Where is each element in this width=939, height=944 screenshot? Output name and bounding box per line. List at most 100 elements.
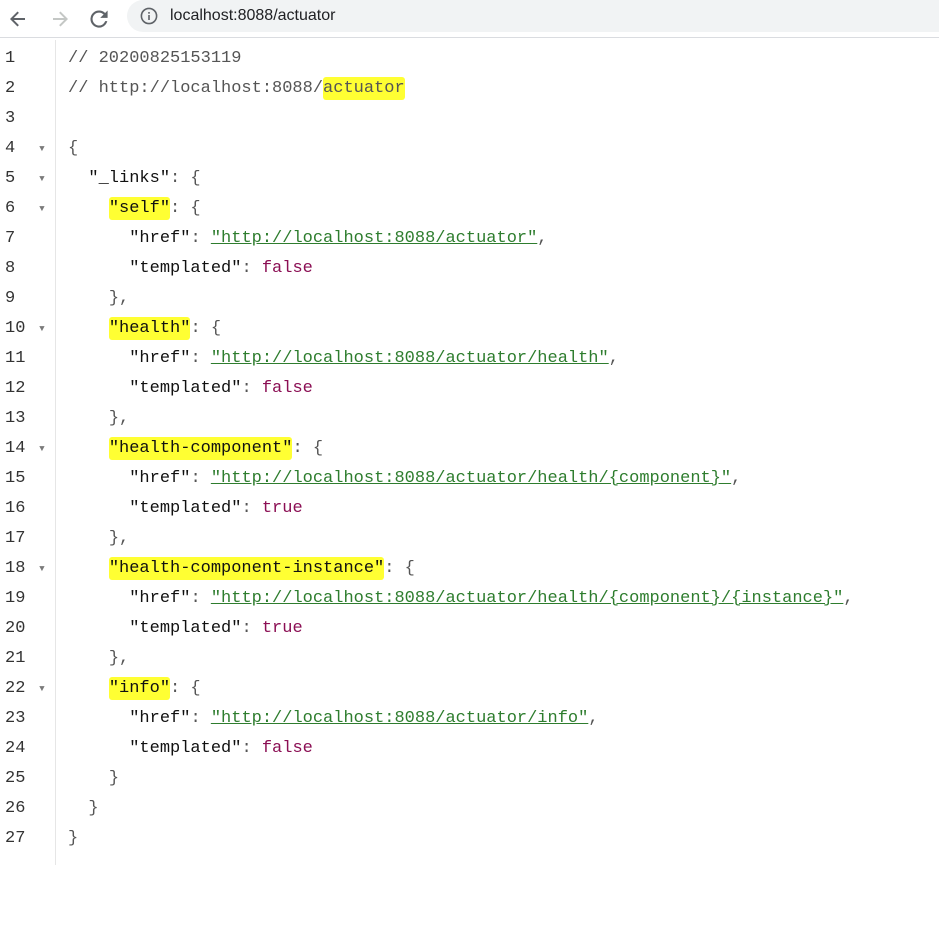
code-line: 4 ▼ { [0, 134, 939, 164]
code-content: "href": "http://localhost:8088/actuator/… [68, 584, 853, 614]
colon: : [241, 619, 262, 638]
line-number: 3 [5, 109, 16, 128]
line-number: 20 [5, 619, 26, 638]
line-number: 17 [5, 529, 26, 548]
fold-arrow-icon[interactable]: ▼ [37, 314, 47, 344]
comma: , [588, 709, 599, 728]
code-line: 23 "href": "http://localhost:8088/actuat… [0, 704, 939, 734]
object-close: }, [108, 529, 130, 548]
root-close: } [68, 829, 79, 848]
line-number: 12 [5, 379, 26, 398]
fold-arrow-icon[interactable]: ▼ [37, 194, 47, 224]
url-text[interactable]: localhost:8088/actuator [170, 6, 335, 26]
links-close: } [88, 799, 99, 818]
code-content: "health": { [68, 314, 221, 344]
code-line: 15 "href": "http://localhost:8088/actuat… [0, 464, 939, 494]
templated-value-health-component: true [261, 499, 303, 518]
code-content: "info": { [68, 674, 201, 704]
colon-brace: : { [170, 199, 201, 218]
code-content: "templated": false [68, 254, 313, 284]
code-content: "href": "http://localhost:8088/actuator"… [68, 224, 548, 254]
arrow-left-icon [10, 11, 25, 27]
fold-arrow-icon[interactable]: ▼ [37, 164, 47, 194]
comment-url: // http://localhost:8088/ [68, 79, 324, 98]
info-icon[interactable] [140, 7, 158, 25]
entry-key-health: "health" [108, 317, 191, 340]
line-number: 5 [5, 169, 16, 188]
arrow-right-icon [53, 11, 68, 27]
colon: : [241, 499, 262, 518]
line-number: 8 [5, 259, 16, 278]
code-line: 24 "templated": false [0, 734, 939, 764]
comma: , [608, 349, 619, 368]
code-line: 27 } [0, 824, 939, 854]
fold-arrow-icon[interactable]: ▼ [37, 434, 47, 464]
object-close: }, [108, 649, 130, 668]
line-number: 23 [5, 709, 26, 728]
fold-arrow-icon[interactable]: ▼ [37, 134, 47, 164]
line-number: 27 [5, 829, 26, 848]
code-content: }, [68, 644, 129, 674]
colon: : [190, 229, 211, 248]
comment-timestamp: // 20200825153119 [68, 49, 242, 68]
fold-arrow-icon[interactable]: ▼ [37, 554, 47, 584]
code-line: 20 "templated": true [0, 614, 939, 644]
code-line: 9 }, [0, 284, 939, 314]
entry-key-health-component: "health-component" [108, 437, 293, 460]
entry-key-health-component-instance: "health-component-instance" [108, 557, 385, 580]
code-content: "href": "http://localhost:8088/actuator/… [68, 464, 741, 494]
forward-button[interactable] [46, 5, 74, 33]
line-number: 24 [5, 739, 26, 758]
href-link-info[interactable]: "http://localhost:8088/actuator/info" [211, 709, 588, 728]
href-link-health-component-instance[interactable]: "http://localhost:8088/actuator/health/{… [211, 589, 844, 608]
comma: , [537, 229, 548, 248]
line-number: 2 [5, 79, 16, 98]
comma: , [731, 469, 742, 488]
code-content: "templated": false [68, 374, 313, 404]
fold-arrow-icon[interactable]: ▼ [37, 674, 47, 704]
line-number: 4 [5, 139, 16, 158]
code-content: "templated": false [68, 734, 313, 764]
colon: : [241, 259, 262, 278]
line-number: 16 [5, 499, 26, 518]
line-number: 25 [5, 769, 26, 788]
code-lines: 1 // 20200825153119 2 // http://localhos… [0, 44, 939, 854]
href-link-self[interactable]: "http://localhost:8088/actuator" [211, 229, 537, 248]
templated-value-info: false [261, 739, 313, 758]
address-bar[interactable]: localhost:8088/actuator [127, 0, 939, 32]
code-line: 16 "templated": true [0, 494, 939, 524]
templated-key: "templated" [129, 259, 242, 278]
line-number: 13 [5, 409, 26, 428]
colon-brace: : { [190, 319, 222, 338]
colon-brace: : { [292, 439, 324, 458]
templated-value-health-component-instance: true [261, 619, 303, 638]
templated-key: "templated" [129, 619, 242, 638]
line-number: 7 [5, 229, 16, 248]
code-line: 17 }, [0, 524, 939, 554]
object-close: }, [108, 289, 130, 308]
line-number: 15 [5, 469, 26, 488]
links-key: "_links" [88, 169, 171, 188]
reload-button[interactable] [85, 5, 113, 33]
code-line: 26 } [0, 794, 939, 824]
href-key: "href" [129, 349, 191, 368]
code-content: } [68, 794, 99, 824]
code-line: 12 "templated": false [0, 374, 939, 404]
templated-key: "templated" [129, 739, 242, 758]
href-key: "href" [129, 709, 191, 728]
code-content: } [68, 764, 119, 794]
code-content: "self": { [68, 194, 201, 224]
code-content: "health-component": { [68, 434, 323, 464]
back-button[interactable] [4, 5, 32, 33]
open-brace: { [68, 139, 79, 158]
json-viewer: 1 // 20200825153119 2 // http://localhos… [0, 40, 939, 865]
code-content: "href": "http://localhost:8088/actuator/… [68, 704, 599, 734]
entry-key-info: "info" [108, 677, 171, 700]
href-link-health[interactable]: "http://localhost:8088/actuator/health" [211, 349, 609, 368]
code-content: // 20200825153119 [68, 44, 241, 74]
href-link-health-component[interactable]: "http://localhost:8088/actuator/health/{… [211, 469, 731, 488]
code-line: 11 "href": "http://localhost:8088/actuat… [0, 344, 939, 374]
colon: : [241, 379, 262, 398]
line-number: 19 [5, 589, 26, 608]
entry-key-self: "self" [108, 197, 171, 220]
